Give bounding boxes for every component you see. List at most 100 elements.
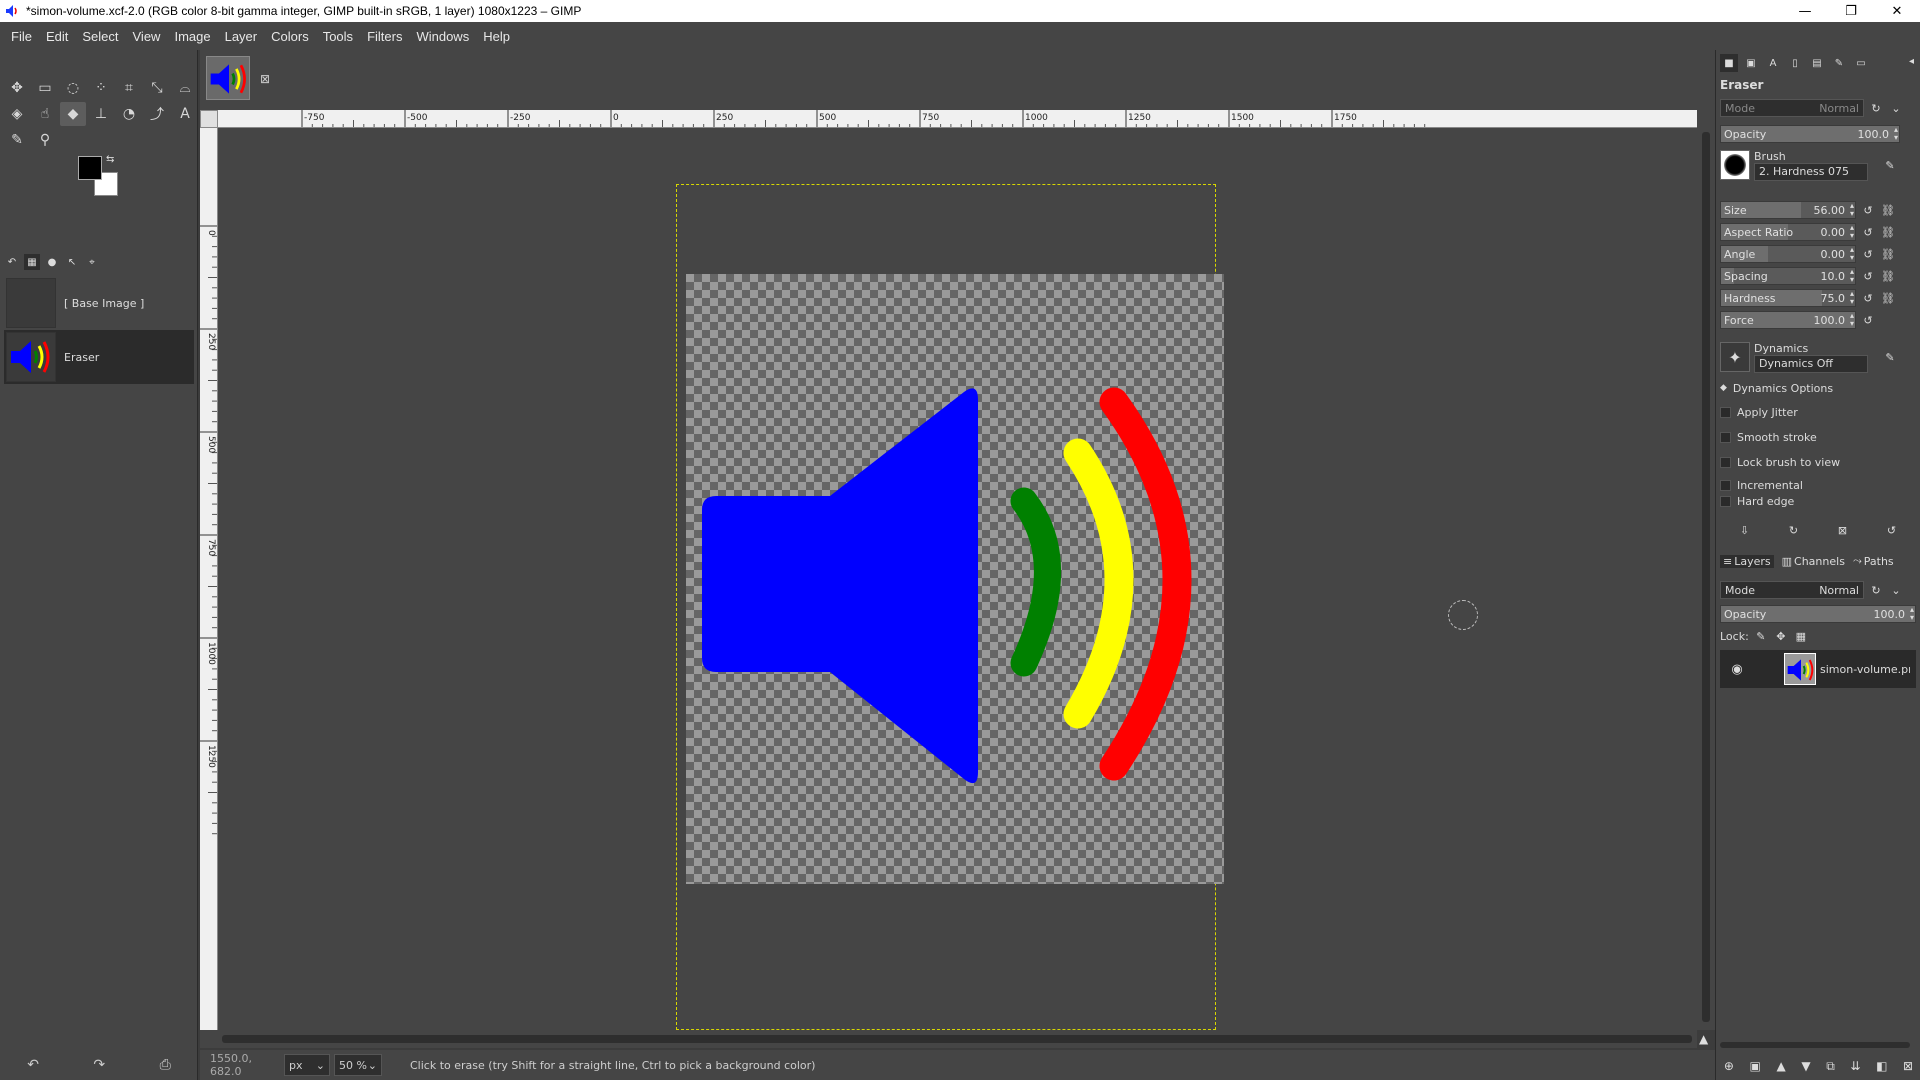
patterns-tab-icon[interactable]: ▤ <box>1808 54 1826 72</box>
new-layer-icon[interactable]: ⊕ <box>1724 1059 1734 1073</box>
reset-options-icon[interactable]: ↺ <box>1887 524 1896 537</box>
clone-tool-icon[interactable]: ⊥ <box>88 102 114 126</box>
check-smooth-stroke[interactable]: Smooth stroke <box>1720 427 1916 447</box>
aspect-ratio-slider[interactable]: Aspect Ratio 0.00 ▴ ▾ <box>1720 223 1856 241</box>
close-button[interactable]: ✕ <box>1874 0 1920 22</box>
redo-icon[interactable]: ↷ <box>93 1057 105 1073</box>
scroll-thumb[interactable] <box>1720 1042 1910 1048</box>
reset-mode-icon[interactable]: ↻ <box>1868 100 1884 116</box>
check-lock-brush[interactable]: Lock brush to view <box>1720 452 1916 472</box>
reset-value-icon[interactable]: ↺ <box>1860 312 1876 328</box>
document-tab-icon[interactable]: ▯ <box>1786 54 1804 72</box>
move-tool-icon[interactable]: ✥ <box>4 76 30 100</box>
new-group-icon[interactable]: ▣ <box>1750 1059 1761 1073</box>
duplicate-layer-icon[interactable]: ⧉ <box>1826 1059 1835 1074</box>
crop-tool-icon[interactable]: ⌗ <box>116 76 142 100</box>
undo-history-tab-icon[interactable]: ↶ <box>4 254 20 270</box>
menu-layer[interactable]: Layer <box>218 29 265 44</box>
eraser-tool-icon[interactable]: ◆ <box>60 102 86 126</box>
reset-value-icon[interactable]: ↺ <box>1860 202 1876 218</box>
tab-channels[interactable]: ▥ Channels <box>1782 555 1845 568</box>
brushes-tab-icon[interactable]: ● <box>44 254 60 270</box>
raise-layer-icon[interactable]: ▲ <box>1776 1059 1785 1073</box>
reset-value-icon[interactable]: ↺ <box>1860 246 1876 262</box>
zoom-select[interactable]: 50 % ⌄ <box>334 1054 382 1076</box>
mode-select[interactable]: Mode Normal <box>1720 99 1864 117</box>
lock-pixels-icon[interactable]: ✎ <box>1753 628 1769 644</box>
restore-options-icon[interactable]: ↻ <box>1789 524 1798 537</box>
scroll-thumb[interactable] <box>222 1035 1692 1043</box>
checkbox[interactable] <box>1720 479 1731 491</box>
brushes-tab-icon[interactable]: ▣ <box>1742 54 1760 72</box>
reset-value-icon[interactable]: ↺ <box>1860 224 1876 240</box>
check-incremental[interactable]: Incremental <box>1720 475 1916 495</box>
text-tool-icon[interactable]: A <box>172 102 198 126</box>
layer-name[interactable]: simon-volume.png <box>1820 663 1910 676</box>
layers-hscrollbar[interactable] <box>1720 1040 1916 1050</box>
scroll-thumb[interactable] <box>1702 132 1710 1022</box>
gradient-tab-icon[interactable]: ▭ <box>1852 54 1870 72</box>
edit-dynamics-icon[interactable]: ✎ <box>1882 349 1898 365</box>
angle-slider[interactable]: Angle 0.00 ▴ ▾ <box>1720 245 1856 263</box>
vertical-ruler[interactable]: 0 250 500 750 1000 1250 <box>200 128 218 1030</box>
menu-file[interactable]: File <box>4 29 39 44</box>
spin-arrows-icon[interactable]: ▴ ▾ <box>1850 290 1854 306</box>
pointer-tab-icon[interactable]: ↖ <box>64 254 80 270</box>
delete-layer-icon[interactable]: ⊠ <box>1903 1059 1913 1073</box>
link-chain-icon[interactable]: ⛓ <box>1880 246 1896 262</box>
fg-bg-colors[interactable]: ⇆ <box>76 154 124 200</box>
menu-filters[interactable]: Filters <box>360 29 409 44</box>
spin-arrows-icon[interactable]: ▴ ▾ <box>1850 202 1854 218</box>
menu-colors[interactable]: Colors <box>264 29 316 44</box>
reset-value-icon[interactable]: ↺ <box>1860 290 1876 306</box>
menu-select[interactable]: Select <box>75 29 125 44</box>
dynamics-preview[interactable]: ✦ <box>1720 342 1750 372</box>
spin-arrows-icon[interactable]: ▴ ▾ <box>1850 312 1854 328</box>
size-slider[interactable]: Size 56.00 ▴ ▾ <box>1720 201 1856 219</box>
lock-position-icon[interactable]: ✥ <box>1773 628 1789 644</box>
horizontal-scrollbar[interactable] <box>200 1030 1697 1048</box>
expander-icon[interactable]: ◆ <box>1720 383 1727 393</box>
foreground-color[interactable] <box>78 156 102 180</box>
brush-name-field[interactable]: 2. Hardness 075 <box>1754 162 1868 181</box>
ruler-corner[interactable] <box>200 110 218 128</box>
checkbox[interactable] <box>1720 431 1731 443</box>
dock-menu-icon[interactable]: ◂ <box>1909 56 1914 67</box>
layer-opacity-slider[interactable]: Opacity 100.0 ▴ ▾ <box>1720 605 1916 623</box>
spin-arrows-icon[interactable]: ▴ ▾ <box>1910 606 1914 622</box>
smudge-tool-icon[interactable]: ☝ <box>32 102 58 126</box>
save-options-icon[interactable]: ⇩ <box>1740 524 1749 537</box>
warp-tool-icon[interactable]: ⌓ <box>172 76 198 100</box>
images-tab-icon[interactable]: ▦ <box>24 254 40 270</box>
sample-points-tab-icon[interactable]: ⌖ <box>84 254 100 270</box>
edit-brush-icon[interactable]: ✎ <box>1882 157 1898 173</box>
link-chain-icon[interactable]: ⛓ <box>1880 202 1896 218</box>
chevron-down-icon[interactable]: ⌄ <box>1888 100 1904 116</box>
transform-tool-icon[interactable]: ⤡ <box>144 76 170 100</box>
layer-mode-select[interactable]: Mode Normal <box>1720 581 1864 599</box>
brush-preview[interactable] <box>1720 150 1750 180</box>
horizontal-ruler[interactable]: -750 -500 -250 0 250 500 750 1000 1250 1500 1750 <box>218 110 1697 128</box>
delete-options-icon[interactable]: ⊠ <box>1838 524 1847 537</box>
checkbox[interactable] <box>1720 495 1731 507</box>
tab-paths[interactable]: ⤳ Paths <box>1853 554 1894 568</box>
lock-alpha-icon[interactable]: ▦ <box>1793 628 1809 644</box>
rect-select-tool-icon[interactable]: ▭ <box>32 76 58 100</box>
bucket-fill-tool-icon[interactable]: ◈ <box>4 102 30 126</box>
maximize-button[interactable]: ❐ <box>1828 0 1874 22</box>
vertical-scrollbar[interactable] <box>1697 110 1715 1030</box>
image-tab-thumbnail[interactable] <box>206 56 250 100</box>
spin-arrows-icon[interactable]: ▴ ▾ <box>1850 246 1854 262</box>
spin-arrows-icon[interactable]: ▴ ▾ <box>1894 126 1898 142</box>
zoom-tool-icon[interactable]: ⚲ <box>32 128 58 152</box>
eye-icon[interactable]: ◉ <box>1726 662 1748 677</box>
history-item-eraser[interactable]: Eraser <box>4 330 194 384</box>
menu-windows[interactable]: Windows <box>409 29 476 44</box>
brush-tab-icon[interactable]: ✎ <box>1830 54 1848 72</box>
dynamics-name-field[interactable]: Dynamics Off <box>1754 354 1868 373</box>
spin-arrows-icon[interactable]: ▴ ▾ <box>1850 268 1854 284</box>
paths-tool-icon[interactable]: ⤴ <box>144 102 170 126</box>
color-picker-tool-icon[interactable]: ✎ <box>4 128 30 152</box>
dodge-burn-tool-icon[interactable]: ◔ <box>116 102 142 126</box>
menu-tools[interactable]: Tools <box>316 29 360 44</box>
